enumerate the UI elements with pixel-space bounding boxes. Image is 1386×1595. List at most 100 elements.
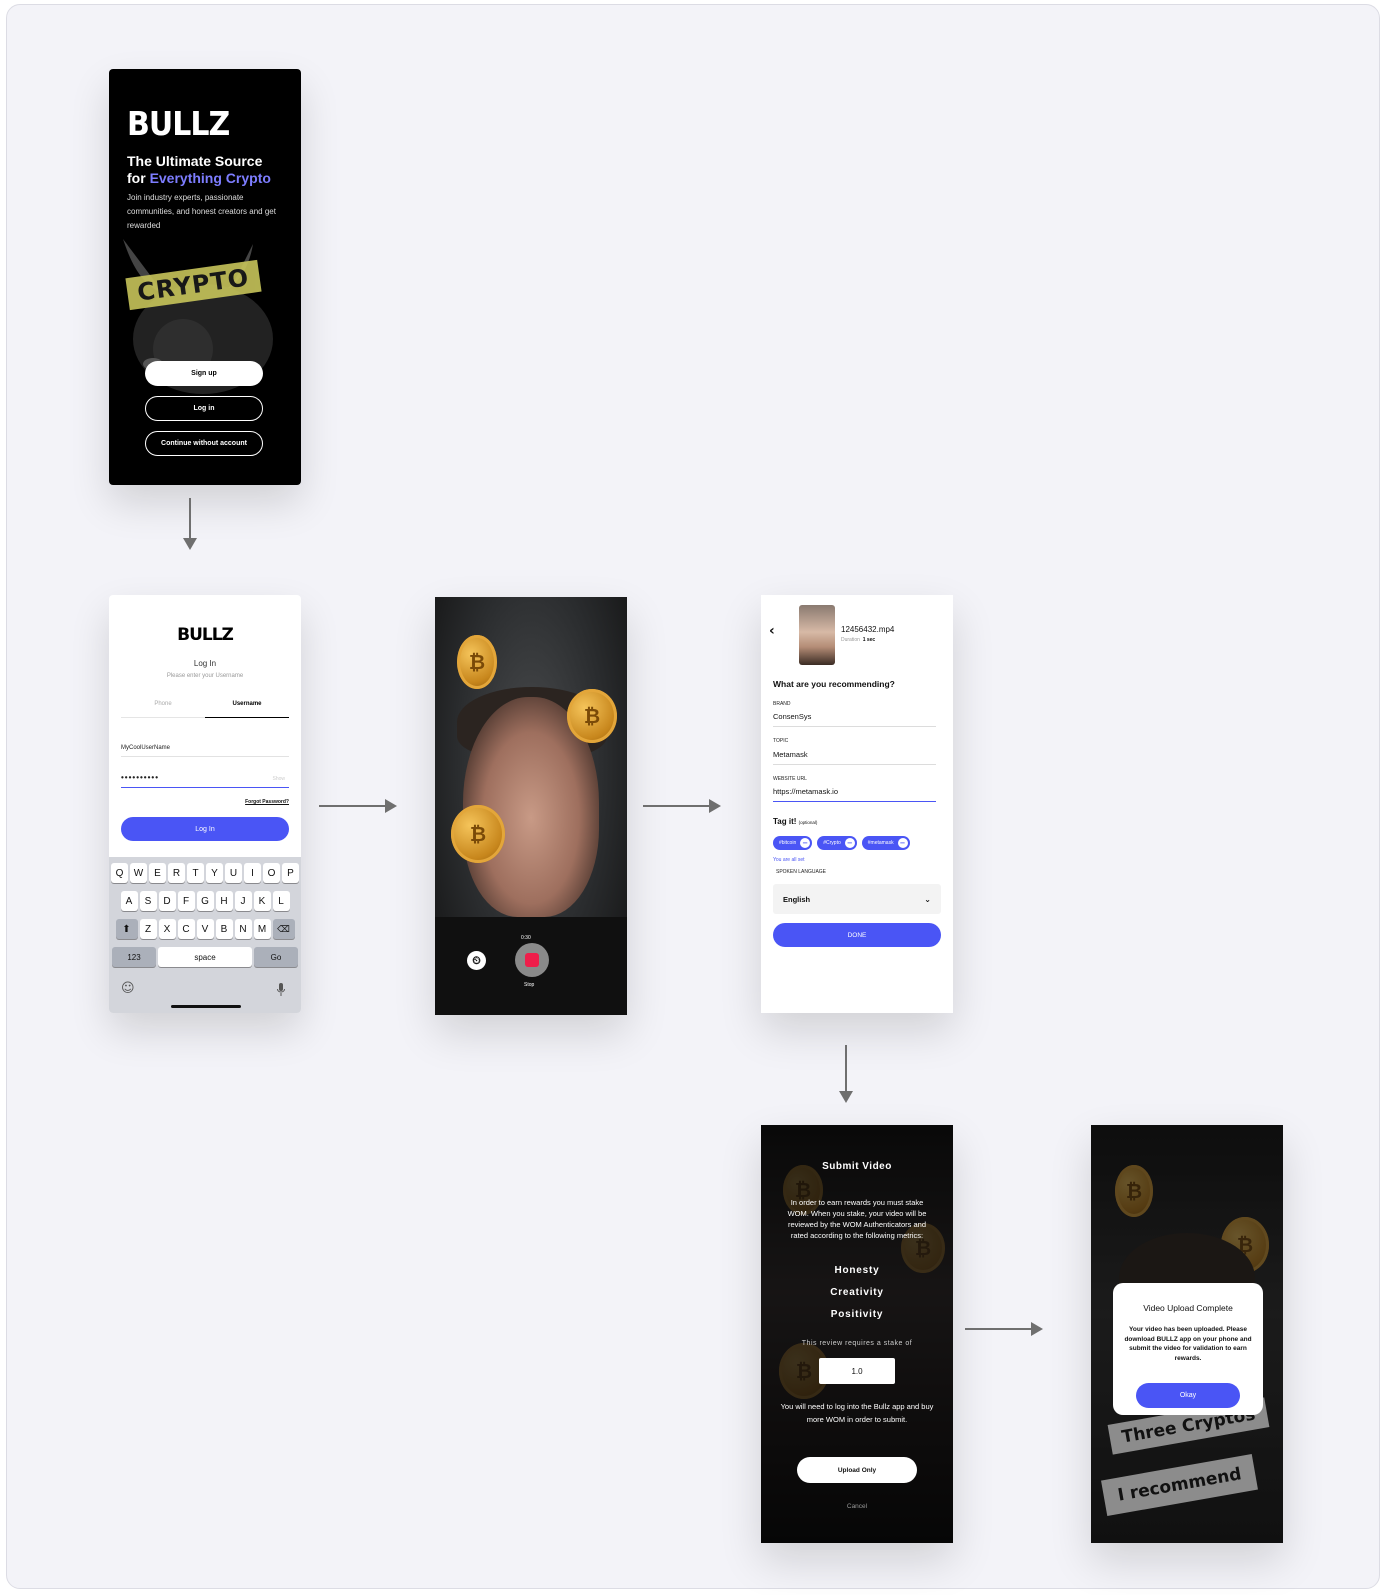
tab-username[interactable]: Username — [205, 701, 289, 718]
topic-field[interactable]: Metamask — [773, 750, 936, 765]
remove-icon[interactable]: − — [800, 838, 811, 848]
modal-body: Your video has been uploaded. Please dow… — [1124, 1326, 1252, 1362]
key[interactable]: K — [253, 891, 271, 911]
language-select[interactable]: English ⌄ — [773, 884, 941, 914]
continue-without-account-button[interactable]: Continue without account — [145, 431, 263, 456]
shift-icon[interactable]: ⬆ — [115, 919, 138, 939]
duration: Duration 1 sec — [841, 637, 875, 643]
keyboard: Q W E R T Y U I O P A S D F G H J K L ⬆ … — [109, 857, 301, 1013]
welcome-subtitle: Join industry experts, passionate commun… — [127, 193, 276, 230]
duration-label: Duration — [841, 637, 860, 643]
key[interactable]: E — [149, 863, 166, 883]
signup-button[interactable]: Sign up — [145, 361, 263, 386]
login-button[interactable]: Log in — [145, 396, 263, 421]
stop-icon — [525, 953, 539, 967]
welcome-screen: BULLZ The Ultimate Source for Everything… — [109, 69, 301, 485]
key[interactable]: X — [158, 919, 176, 939]
all-set-hint: You are all set — [773, 857, 805, 863]
key[interactable]: M — [253, 919, 271, 939]
bullz-logo: BULLZ — [177, 625, 234, 645]
key[interactable]: Q — [111, 863, 128, 883]
tag-chip[interactable]: #bitcoin − — [773, 836, 813, 850]
brand-label: BRAND — [773, 701, 791, 707]
password-field[interactable]: •••••••••• — [121, 773, 289, 788]
canvas-board: BULLZ The Ultimate Source for Everything… — [6, 4, 1380, 1589]
key[interactable]: O — [263, 863, 280, 883]
timer-icon[interactable]: ⏲ — [467, 951, 486, 970]
go-key[interactable]: Go — [254, 947, 298, 967]
key[interactable]: U — [225, 863, 242, 883]
welcome-headline: The Ultimate Source for Everything Crypt… — [127, 153, 297, 187]
key[interactable]: C — [177, 919, 195, 939]
metric-positivity: Positivity — [830, 1309, 884, 1320]
key[interactable]: N — [234, 919, 252, 939]
headline-for: for — [127, 170, 150, 186]
submit-description: In order to earn rewards you must stake … — [787, 1198, 927, 1240]
key[interactable]: A — [120, 891, 138, 911]
space-key[interactable]: space — [158, 947, 252, 967]
tag-optional: (optional) — [798, 820, 818, 825]
headline-accent: Everything Crypto — [149, 170, 271, 186]
key[interactable]: Y — [206, 863, 223, 883]
submit-note: You will need to log into the Bullz app … — [780, 1402, 934, 1424]
key[interactable]: Z — [139, 919, 157, 939]
key[interactable]: F — [177, 891, 195, 911]
backspace-icon[interactable]: ⌫ — [272, 919, 295, 939]
key[interactable]: B — [215, 919, 233, 939]
key[interactable]: L — [272, 891, 290, 911]
numbers-key[interactable]: 123 — [112, 947, 156, 967]
chevron-down-icon: ⌄ — [924, 894, 931, 904]
key[interactable]: S — [139, 891, 157, 911]
brand-field[interactable]: ConsenSys — [773, 712, 936, 727]
url-field[interactable]: https://metamask.io — [773, 787, 936, 802]
key[interactable]: J — [234, 891, 252, 911]
bitcoin-coin-icon: ₿ — [451, 805, 505, 863]
key[interactable]: R — [168, 863, 185, 883]
done-button[interactable]: DONE — [773, 923, 941, 947]
remove-icon[interactable]: − — [897, 838, 908, 848]
key[interactable]: P — [282, 863, 299, 883]
emoji-icon[interactable]: ☺ — [121, 981, 135, 996]
upload-complete-modal: Video Upload Complete Your video has bee… — [1113, 1283, 1263, 1415]
remove-icon[interactable]: − — [844, 838, 855, 848]
show-password-toggle[interactable]: Show — [272, 776, 285, 782]
stop-record-button[interactable] — [515, 943, 549, 977]
key[interactable]: T — [187, 863, 204, 883]
question-heading: What are you recommending? — [773, 679, 895, 689]
flow-arrow-right — [643, 799, 721, 813]
tag-heading: Tag it! (optional) — [773, 817, 817, 826]
submit-video-screen: ₿ ₿ ₿ Submit Video In order to earn rewa… — [761, 1125, 953, 1543]
tag-chip[interactable]: #Crypto − — [817, 836, 857, 850]
stake-input[interactable]: 1.0 — [819, 1358, 895, 1384]
key[interactable]: D — [158, 891, 176, 911]
username-field[interactable]: MyCoolUserName — [121, 745, 289, 757]
flow-arrow-right — [965, 1322, 1043, 1336]
back-icon[interactable]: ‹ — [769, 623, 775, 639]
tag-label: Tag it! — [773, 817, 797, 826]
tag-chip[interactable]: #metamask − — [861, 836, 910, 850]
home-indicator — [171, 1005, 241, 1008]
tag-text: #metamask — [867, 840, 894, 846]
key[interactable]: H — [215, 891, 233, 911]
tab-phone[interactable]: Phone — [121, 701, 205, 718]
microphone-icon[interactable] — [277, 983, 285, 996]
language-value: English — [783, 894, 811, 904]
url-label: WEBSITE URL — [773, 776, 807, 782]
login-screen: BULLZ Log In Please enter your Username … — [109, 595, 301, 1013]
stop-label: Stop — [524, 982, 535, 988]
forgot-password-link[interactable]: Forgot Password? — [245, 799, 289, 805]
okay-button[interactable]: Okay — [1136, 1383, 1240, 1408]
flow-arrow-right — [319, 799, 397, 813]
tag-text: #bitcoin — [779, 840, 797, 846]
key[interactable]: V — [196, 919, 214, 939]
login-title: Log In — [193, 659, 217, 668]
video-thumbnail — [799, 605, 835, 665]
key[interactable]: I — [244, 863, 261, 883]
login-submit-button[interactable]: Log In — [121, 817, 289, 841]
submit-title: Submit Video — [822, 1161, 892, 1172]
language-label: SPOKEN LANGUAGE — [776, 869, 827, 875]
upload-only-button[interactable]: Upload Only — [797, 1457, 917, 1483]
cancel-link[interactable]: Cancel — [761, 1503, 953, 1510]
key[interactable]: W — [130, 863, 147, 883]
key[interactable]: G — [196, 891, 214, 911]
